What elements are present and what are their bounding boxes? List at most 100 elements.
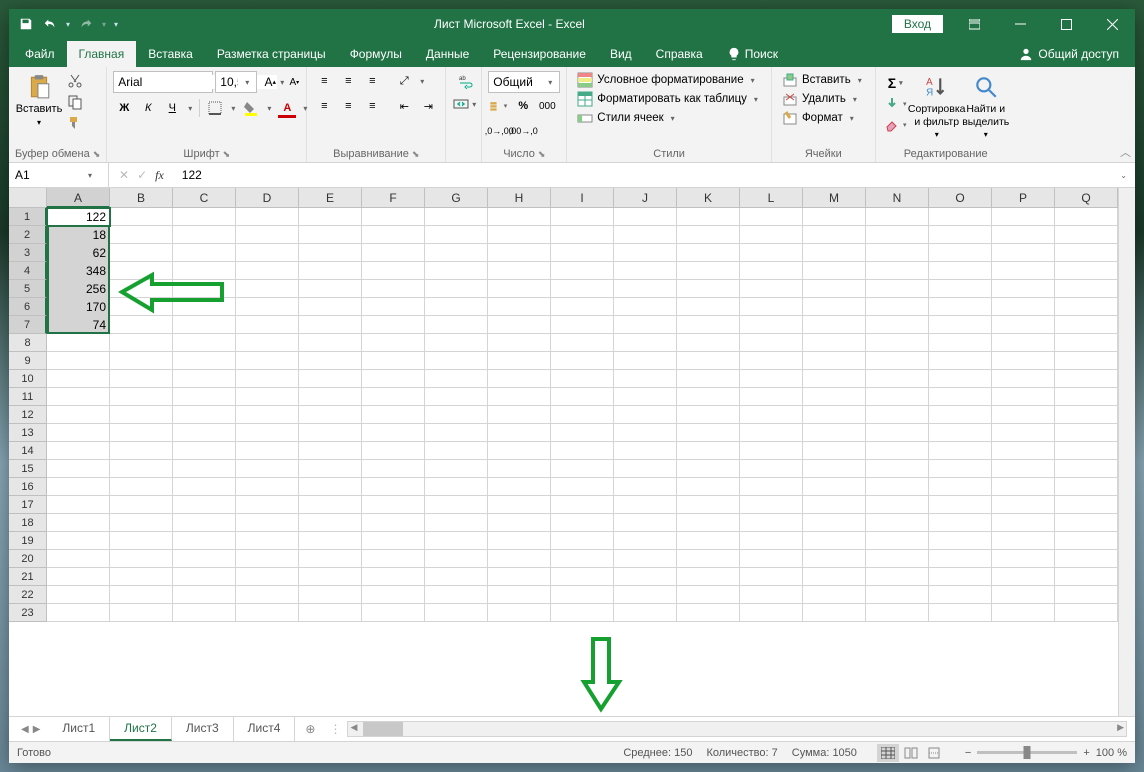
number-launcher[interactable]: ⬊ <box>538 149 546 160</box>
cell-D23[interactable] <box>236 604 299 622</box>
cell-J2[interactable] <box>614 226 677 244</box>
col-header-J[interactable]: J <box>614 188 677 208</box>
cell-G12[interactable] <box>425 406 488 424</box>
cell-N1[interactable] <box>866 208 929 226</box>
cell-E14[interactable] <box>299 442 362 460</box>
cell-K14[interactable] <box>677 442 740 460</box>
cell-D12[interactable] <box>236 406 299 424</box>
redo-icon[interactable] <box>75 13 97 35</box>
cell-M22[interactable] <box>803 586 866 604</box>
cell-C13[interactable] <box>173 424 236 442</box>
cell-P20[interactable] <box>992 550 1055 568</box>
col-header-B[interactable]: B <box>110 188 173 208</box>
cell-N9[interactable] <box>866 352 929 370</box>
cell-H12[interactable] <box>488 406 551 424</box>
cell-L5[interactable] <box>740 280 803 298</box>
cell-M8[interactable] <box>803 334 866 352</box>
cell-C11[interactable] <box>173 388 236 406</box>
cell-B16[interactable] <box>110 478 173 496</box>
tab-insert[interactable]: Вставка <box>136 41 205 67</box>
cell-E21[interactable] <box>299 568 362 586</box>
cell-C21[interactable] <box>173 568 236 586</box>
cell-P3[interactable] <box>992 244 1055 262</box>
cell-D16[interactable] <box>236 478 299 496</box>
sheet-tab-Лист2[interactable]: Лист2 <box>110 717 172 741</box>
cell-J1[interactable] <box>614 208 677 226</box>
cell-G17[interactable] <box>425 496 488 514</box>
cell-C22[interactable] <box>173 586 236 604</box>
cell-G9[interactable] <box>425 352 488 370</box>
cell-J4[interactable] <box>614 262 677 280</box>
cell-H21[interactable] <box>488 568 551 586</box>
cell-I19[interactable] <box>551 532 614 550</box>
cell-M7[interactable] <box>803 316 866 334</box>
cell-M18[interactable] <box>803 514 866 532</box>
cell-N20[interactable] <box>866 550 929 568</box>
sheet-tab-Лист4[interactable]: Лист4 <box>234 717 296 741</box>
cell-J20[interactable] <box>614 550 677 568</box>
col-header-K[interactable]: K <box>677 188 740 208</box>
cell-L15[interactable] <box>740 460 803 478</box>
cell-I11[interactable] <box>551 388 614 406</box>
qa-customize[interactable]: ▾ <box>111 20 121 29</box>
tab-formulas[interactable]: Формулы <box>338 41 414 67</box>
cell-N13[interactable] <box>866 424 929 442</box>
cell-O20[interactable] <box>929 550 992 568</box>
cell-N17[interactable] <box>866 496 929 514</box>
align-left-icon[interactable]: ≡ <box>313 96 335 116</box>
cell-O23[interactable] <box>929 604 992 622</box>
align-launcher[interactable]: ⬊ <box>412 149 420 160</box>
cell-H22[interactable] <box>488 586 551 604</box>
cell-L10[interactable] <box>740 370 803 388</box>
bold-button[interactable]: Ж <box>113 98 135 118</box>
spreadsheet-grid[interactable]: ABCDEFGHIJKLMNOPQ12345678910111213141516… <box>9 188 1135 716</box>
cell-M1[interactable] <box>803 208 866 226</box>
cell-M4[interactable] <box>803 262 866 280</box>
cell-H18[interactable] <box>488 514 551 532</box>
font-launcher[interactable]: ⬊ <box>223 149 231 160</box>
cell-N23[interactable] <box>866 604 929 622</box>
number-format-combo[interactable]: ▾ <box>488 71 560 93</box>
increase-indent-icon[interactable]: ⇥ <box>417 96 439 116</box>
cell-K13[interactable] <box>677 424 740 442</box>
cell-H11[interactable] <box>488 388 551 406</box>
cell-G7[interactable] <box>425 316 488 334</box>
cell-Q10[interactable] <box>1055 370 1118 388</box>
cell-N3[interactable] <box>866 244 929 262</box>
cell-G21[interactable] <box>425 568 488 586</box>
cell-C1[interactable] <box>173 208 236 226</box>
cell-Q21[interactable] <box>1055 568 1118 586</box>
format-cells-button[interactable]: Формат▾ <box>778 109 869 127</box>
cell-H7[interactable] <box>488 316 551 334</box>
cell-L3[interactable] <box>740 244 803 262</box>
format-as-table-button[interactable]: Форматировать как таблицу▾ <box>573 90 765 108</box>
cell-M12[interactable] <box>803 406 866 424</box>
cell-G5[interactable] <box>425 280 488 298</box>
borders-icon[interactable] <box>204 98 226 118</box>
cell-J3[interactable] <box>614 244 677 262</box>
cell-A1[interactable]: 122 <box>47 208 110 226</box>
cell-B3[interactable] <box>110 244 173 262</box>
cell-B19[interactable] <box>110 532 173 550</box>
cell-F17[interactable] <box>362 496 425 514</box>
cell-P10[interactable] <box>992 370 1055 388</box>
cell-K10[interactable] <box>677 370 740 388</box>
row-header-7[interactable]: 7 <box>9 316 47 334</box>
cell-O5[interactable] <box>929 280 992 298</box>
cell-Q8[interactable] <box>1055 334 1118 352</box>
cell-G23[interactable] <box>425 604 488 622</box>
cell-F6[interactable] <box>362 298 425 316</box>
cell-P4[interactable] <box>992 262 1055 280</box>
cell-E18[interactable] <box>299 514 362 532</box>
cell-J8[interactable] <box>614 334 677 352</box>
cell-Q2[interactable] <box>1055 226 1118 244</box>
fx-icon[interactable]: fx <box>155 168 164 183</box>
cell-N22[interactable] <box>866 586 929 604</box>
cell-B10[interactable] <box>110 370 173 388</box>
sheet-nav-prev[interactable]: ◀ <box>21 724 29 735</box>
save-icon[interactable] <box>15 13 37 35</box>
cell-C18[interactable] <box>173 514 236 532</box>
zoom-level[interactable]: 100 % <box>1096 747 1127 759</box>
cell-A20[interactable] <box>47 550 110 568</box>
cell-E1[interactable] <box>299 208 362 226</box>
